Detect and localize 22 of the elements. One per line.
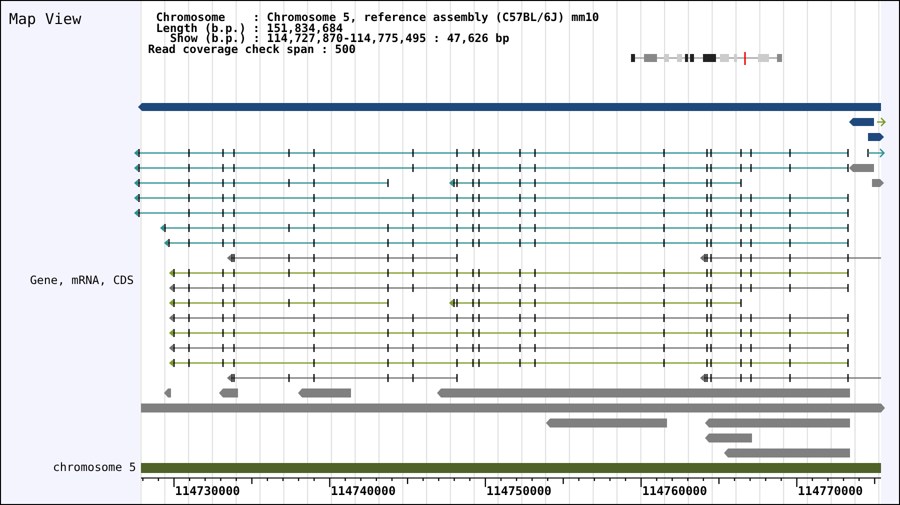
axis-label: 114770000 [798,484,863,498]
axis-label: 114760000 [642,484,708,498]
view-title: Map View [8,9,82,28]
info-line: Show (b.p.) : 114,727,870-114,775,495 : 47,626 bp [170,33,510,44]
track-label: chromosome 5 [52,460,137,474]
axis-label: 114740000 [330,484,396,498]
cds-bar [868,133,884,141]
cds-bar [849,118,874,126]
feature-bar [872,179,884,187]
feature-bar [705,434,752,442]
info-line: Length (b.p.) : 151,834,684 [155,22,343,33]
feature-bar [298,388,351,398]
axis-label: 114730000 [175,484,240,498]
axis-label: 114750000 [486,484,552,498]
info-line: Read coverage check span : 500 [148,44,356,54]
feature-bar [219,388,238,398]
feature-bar [849,164,874,172]
arrow-icon [877,118,886,126]
feature-bar [164,388,171,398]
transcript-drawing [867,148,885,158]
track-label: Gene, mRNA, CDS [29,273,135,287]
info-line: Chromosome : Chromosome 5, reference assembly (C57BL/6J) mm10 [155,12,600,22]
